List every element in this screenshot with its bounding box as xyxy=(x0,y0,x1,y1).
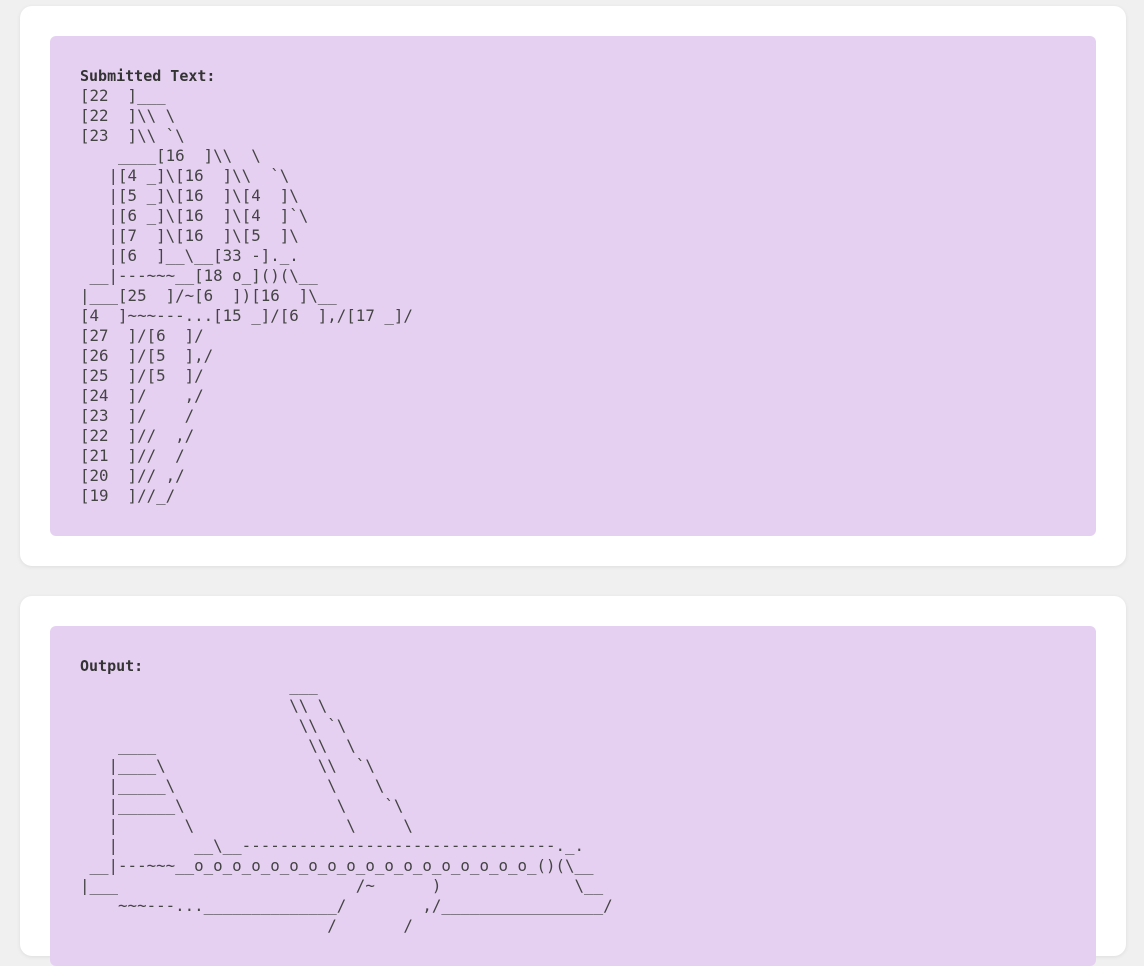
submitted-text-card: Submitted Text: [22 ]___ [22 ]\\ \ [23 ]… xyxy=(20,6,1126,566)
output-label: Output: xyxy=(80,657,144,675)
output-card: Output: ___ \\ \ \\ `\ ____ \\ \ |____\ … xyxy=(20,596,1126,966)
submitted-text-panel: Submitted Text: [22 ]___ [22 ]\\ \ [23 ]… xyxy=(50,36,1096,536)
output-panel: Output: ___ \\ \ \\ `\ ____ \\ \ |____\ … xyxy=(50,626,1096,966)
output-content: ___ \\ \ \\ `\ ____ \\ \ |____\ \\ `\ |_… xyxy=(80,676,613,935)
submitted-text-label: Submitted Text: xyxy=(80,67,216,85)
submitted-text-content: [22 ]___ [22 ]\\ \ [23 ]\\ `\ ____[16 ]\… xyxy=(80,86,413,505)
